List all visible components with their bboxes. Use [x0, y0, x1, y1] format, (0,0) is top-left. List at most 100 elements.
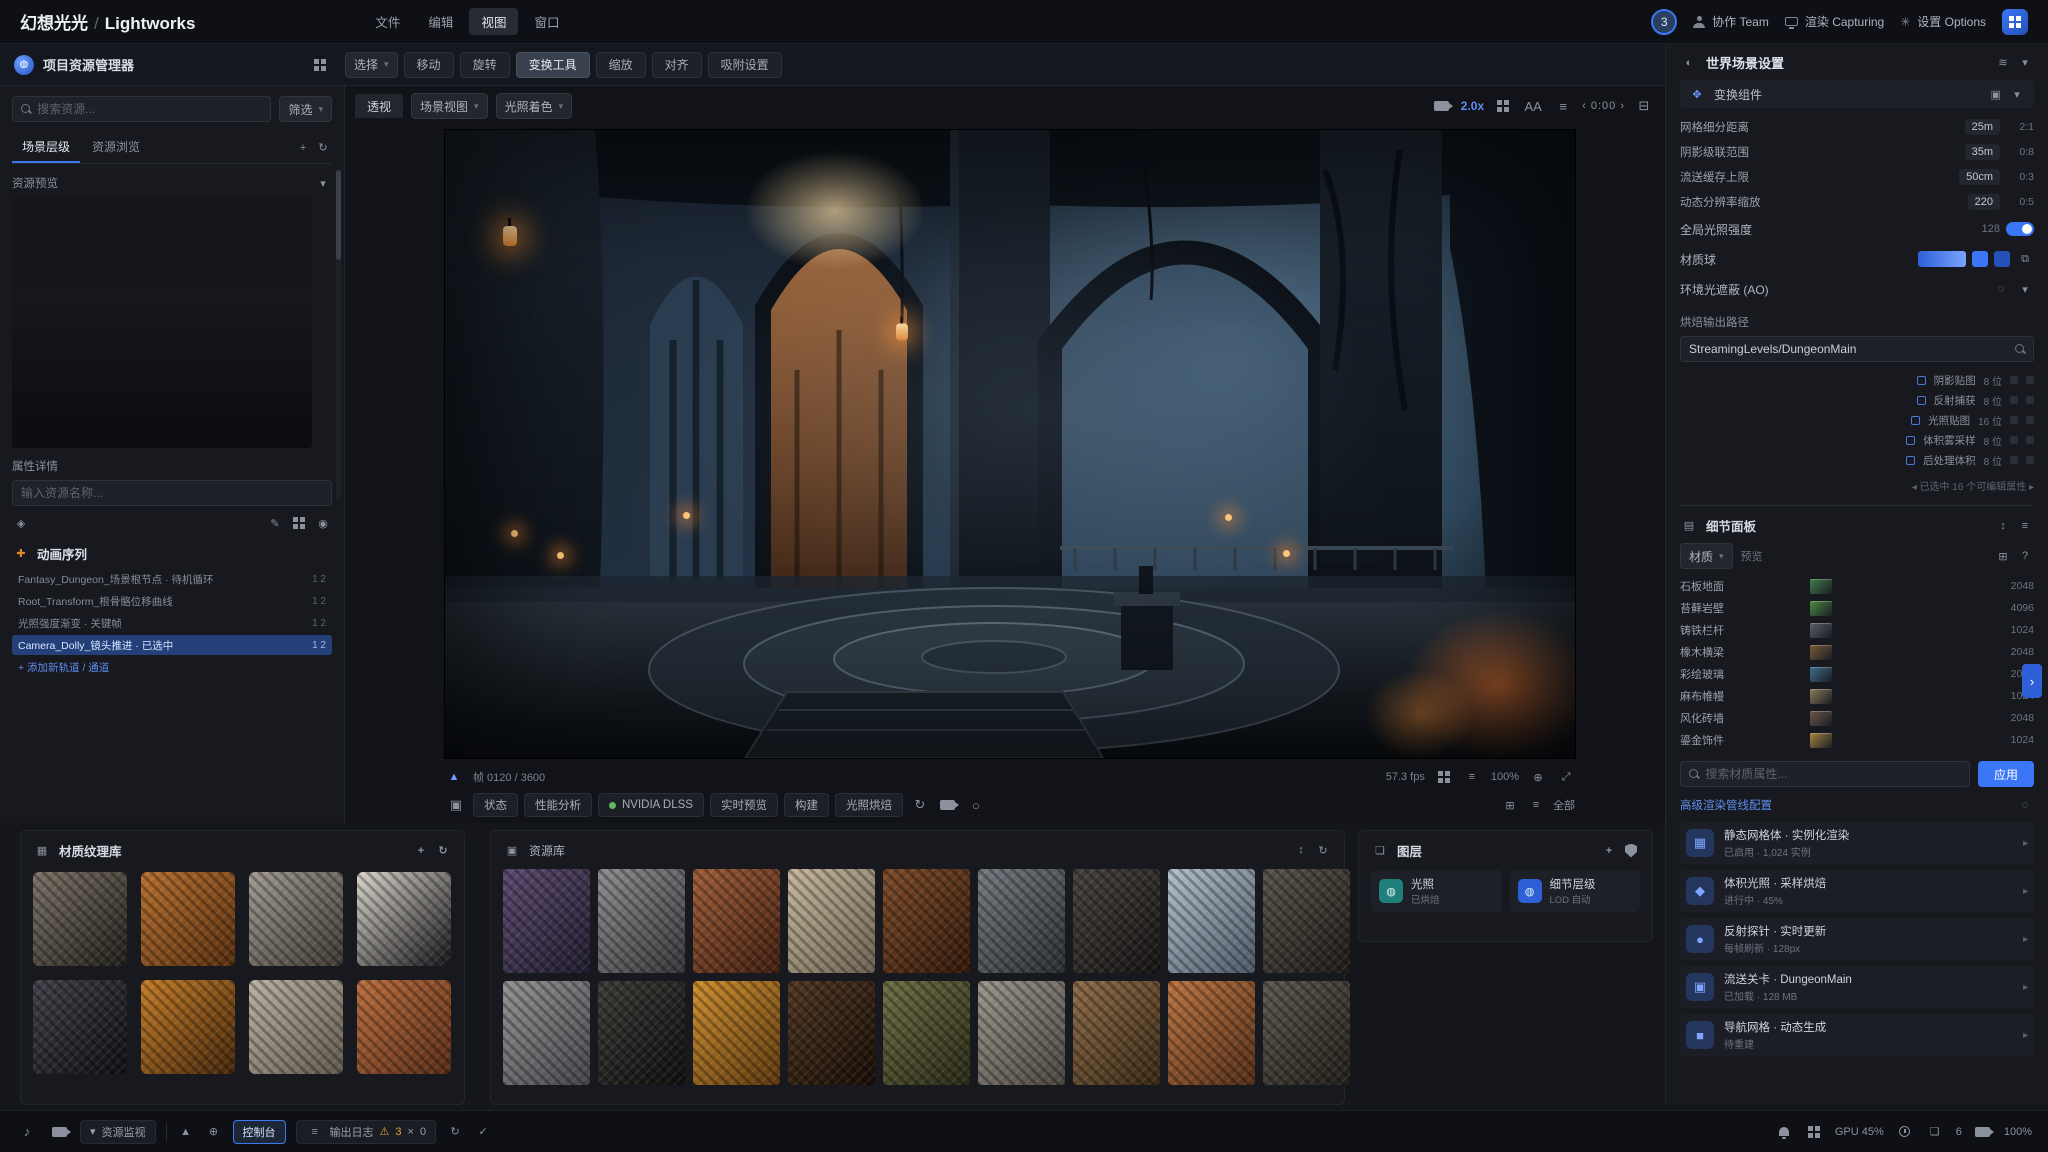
- texture-tile-5[interactable]: [141, 980, 235, 1074]
- resource-monitor-dropdown[interactable]: ▾ 资源监视: [80, 1120, 156, 1144]
- tile-view-icon[interactable]: ⊞: [1501, 796, 1519, 814]
- property-value[interactable]: 220: [1968, 194, 2000, 210]
- texture-tile-1[interactable]: [141, 872, 235, 966]
- add-circle-icon[interactable]: ⊕: [205, 1123, 223, 1141]
- apply-button[interactable]: 应用: [1978, 761, 2034, 787]
- sort-icon[interactable]: ↕: [1292, 841, 1310, 859]
- list-view-icon[interactable]: ≡: [1552, 95, 1574, 117]
- animation-track-4[interactable]: + 添加新轨道 / 通道: [12, 657, 332, 677]
- layer-card-1[interactable]: ◍细节层级LOD 自动: [1510, 870, 1641, 912]
- asset-search-input[interactable]: [37, 102, 262, 116]
- aa-quality-label[interactable]: AA: [1522, 95, 1544, 117]
- filter-dropdown[interactable]: 筛选 ▾: [279, 96, 332, 122]
- bake-path-field[interactable]: [1680, 336, 2034, 362]
- asset-tile-12[interactable]: [788, 981, 875, 1085]
- add-icon[interactable]: +: [1600, 842, 1618, 860]
- tab-asset-browser[interactable]: 资源浏览: [82, 132, 150, 163]
- asset-tile-15[interactable]: [1073, 981, 1160, 1085]
- ao-row[interactable]: 环境光遮蔽 (AO) ◌ ▾: [1680, 274, 2034, 304]
- tool-button-1[interactable]: 旋转: [460, 52, 510, 78]
- tool-button-0[interactable]: 移动: [404, 52, 454, 78]
- flag-option-icon[interactable]: [2026, 376, 2034, 384]
- camera-icon[interactable]: [48, 1121, 70, 1143]
- asset-tile-6[interactable]: [1073, 869, 1160, 973]
- material-row-3[interactable]: 橡木横梁2048: [1680, 641, 2034, 663]
- checkbox-icon[interactable]: [1917, 376, 1926, 385]
- asset-tile-16[interactable]: [1168, 981, 1255, 1085]
- material-gradient-swatch[interactable]: [1918, 251, 1966, 267]
- timecode[interactable]: ‹ 0:00 ›: [1582, 100, 1625, 112]
- apps-grid-icon[interactable]: [2002, 9, 2028, 35]
- tile-view-icon[interactable]: ⊞: [1994, 547, 2012, 565]
- bake-flag-3[interactable]: 体积雾采样8 位: [1680, 430, 2034, 450]
- help-icon[interactable]: ?: [2016, 547, 2034, 565]
- material-row-7[interactable]: 鎏金饰件1024: [1680, 729, 2034, 751]
- property-value[interactable]: 25m: [1965, 119, 2000, 135]
- grid-toggle-icon[interactable]: [1492, 95, 1514, 117]
- camera-icon[interactable]: [937, 794, 959, 816]
- component-item-1[interactable]: ◆体积光照 · 采样烘焙进行中 · 45%▸: [1680, 870, 2034, 912]
- asset-tile-2[interactable]: [693, 869, 780, 973]
- texture-tile-2[interactable]: [249, 872, 343, 966]
- collapse-icon[interactable]: ▾: [314, 174, 332, 192]
- asset-tile-3[interactable]: [788, 869, 875, 973]
- grid-view-icon[interactable]: [290, 514, 308, 532]
- animation-track-3[interactable]: Camera_Dolly_镜头推进 · 已选中1 2: [12, 635, 332, 655]
- plus-icon[interactable]: ✚: [12, 545, 30, 563]
- menu-item-2[interactable]: 视图: [469, 8, 518, 35]
- layer-card-0[interactable]: ◍光照已烘焙: [1371, 870, 1502, 912]
- viewport-zoom-badge[interactable]: 2.0x: [1461, 99, 1484, 113]
- edit-icon[interactable]: ✎: [266, 514, 284, 532]
- lock-icon[interactable]: ▣: [1987, 85, 2005, 103]
- property-value[interactable]: 50cm: [1959, 169, 2000, 185]
- check-icon[interactable]: ✓: [474, 1123, 492, 1141]
- zoom-in-icon[interactable]: ⊕: [1529, 768, 1547, 786]
- property-value[interactable]: 35m: [1965, 144, 2000, 160]
- texture-tile-0[interactable]: [33, 872, 127, 966]
- refresh-icon[interactable]: ↻: [1314, 841, 1332, 859]
- refresh-icon[interactable]: ↻: [446, 1123, 464, 1141]
- view-mode-dropdown[interactable]: 场景视图 ▾: [411, 93, 488, 119]
- chevron-down-icon[interactable]: ▾: [2008, 85, 2026, 103]
- tool-button-3[interactable]: 缩放: [596, 52, 646, 78]
- flag-option-icon[interactable]: [2026, 436, 2034, 444]
- texture-tile-3[interactable]: [357, 872, 451, 966]
- camera-icon[interactable]: [1431, 95, 1453, 117]
- tag-icon[interactable]: ◈: [12, 514, 30, 532]
- audio-icon[interactable]: ♪: [16, 1121, 38, 1143]
- info-circle-icon[interactable]: ◌: [2016, 796, 2034, 814]
- asset-tile-13[interactable]: [883, 981, 970, 1085]
- component-item-3[interactable]: ▣流送关卡 · DungeonMain已加载 · 128 MB▸: [1680, 966, 2034, 1008]
- asset-tile-4[interactable]: [883, 869, 970, 973]
- asset-tile-9[interactable]: [503, 981, 590, 1085]
- material-filter-dropdown[interactable]: 材质 ▾: [1680, 543, 1733, 569]
- gi-toggle[interactable]: [2006, 222, 2034, 236]
- flag-option-icon[interactable]: [2026, 456, 2034, 464]
- flag-option-icon[interactable]: [2010, 436, 2018, 444]
- viewport-tool-3[interactable]: 实时预览: [710, 793, 778, 817]
- asset-tile-7[interactable]: [1168, 869, 1255, 973]
- expand-icon[interactable]: ⤢: [1557, 768, 1575, 786]
- sidebar-scrollbar[interactable]: [336, 170, 341, 500]
- viewport-tool-4[interactable]: 构建: [784, 793, 829, 817]
- viewport-tool-2[interactable]: NVIDIA DLSS: [598, 793, 704, 817]
- panel-toggle-icon[interactable]: [309, 54, 331, 76]
- list-icon[interactable]: ≡: [1463, 768, 1481, 786]
- asset-tile-8[interactable]: [1263, 869, 1350, 973]
- viewport-options-icon[interactable]: ▣: [445, 794, 467, 816]
- refresh-icon[interactable]: ↻: [434, 842, 452, 860]
- bake-path-input[interactable]: [1689, 342, 2009, 356]
- property-row-3[interactable]: 动态分辨率缩放2200:5: [1680, 189, 2034, 214]
- shield-icon[interactable]: [1622, 842, 1640, 860]
- viewport-scale[interactable]: 100%: [1491, 771, 1519, 783]
- grid-icon[interactable]: [1805, 1123, 1823, 1141]
- flag-option-icon[interactable]: [2010, 376, 2018, 384]
- menu-item-0[interactable]: 文件: [363, 8, 412, 35]
- material-row-4[interactable]: 彩绘玻璃2048: [1680, 663, 2034, 685]
- asset-search[interactable]: [12, 96, 271, 122]
- camera-icon[interactable]: [1974, 1123, 1992, 1141]
- bell-icon[interactable]: [1775, 1123, 1793, 1141]
- console-button[interactable]: 控制台: [233, 1120, 286, 1144]
- sort-icon[interactable]: ↕: [1994, 517, 2012, 535]
- viewport-tool-5[interactable]: 光照烘焙: [835, 793, 903, 817]
